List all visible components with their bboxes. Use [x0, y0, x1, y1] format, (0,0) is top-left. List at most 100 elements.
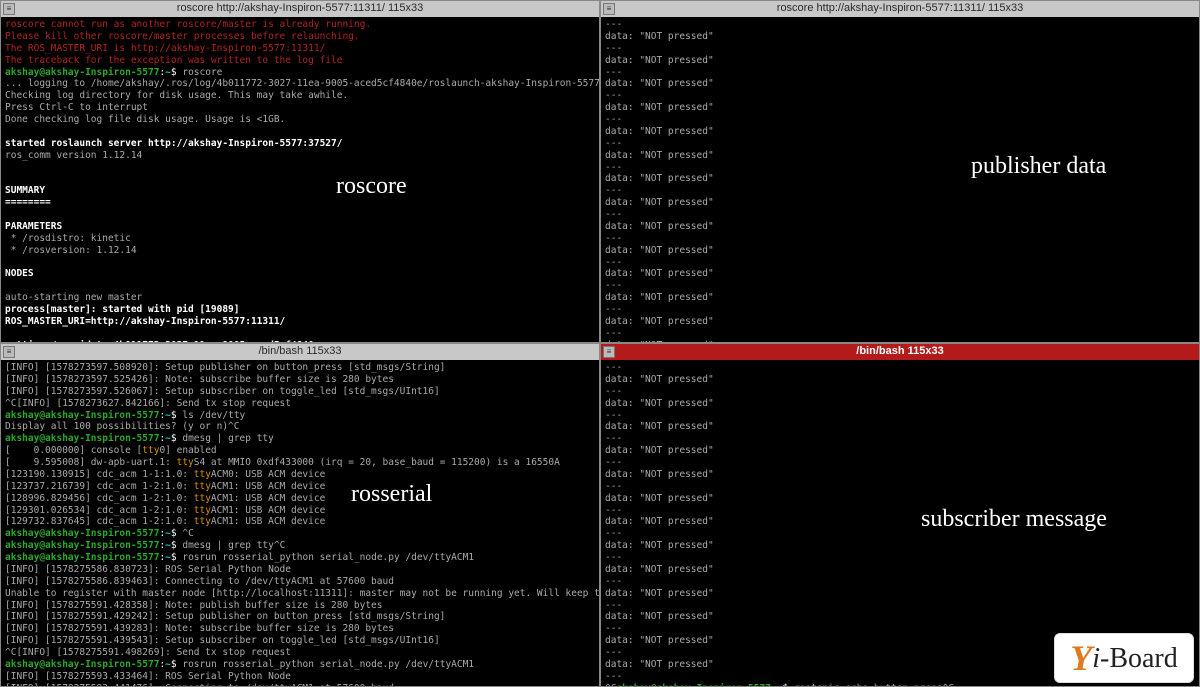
- output-line: [ 0.000000] console [tty0] enabled: [5, 445, 595, 457]
- prompt-line[interactable]: akshay@akshay-Inspiron-5577:~$ rosrun ro…: [5, 552, 595, 564]
- output-line: [129732.837645] cdc_acm 1-2:1.0: ttyACM1…: [5, 516, 595, 528]
- output-line: SUMMARY: [5, 185, 595, 197]
- output-line: data: "NOT pressed": [605, 340, 1195, 342]
- window-menu-icon[interactable]: ≡: [3, 3, 15, 15]
- prompt-line[interactable]: akshay@akshay-Inspiron-5577:~$ ls /dev/t…: [5, 410, 595, 422]
- output-line: ---: [605, 576, 1195, 588]
- window-title: roscore http://akshay-Inspiron-5577:1131…: [777, 2, 1023, 16]
- window-titlebar[interactable]: ≡ roscore http://akshay-Inspiron-5577:11…: [1, 1, 599, 17]
- output-line: Checking log directory for disk usage. T…: [5, 90, 595, 102]
- output-line: ---: [605, 362, 1195, 374]
- output-line: The ROS_MASTER_URI is http://akshay-Insp…: [5, 43, 595, 55]
- output-line: ---: [605, 257, 1195, 269]
- output-line: setting /run_id to 4b011772-3027-11ea-90…: [5, 340, 595, 342]
- output-line: data: "NOT pressed": [605, 445, 1195, 457]
- output-line: data: "NOT pressed": [605, 102, 1195, 114]
- output-line: ---: [605, 528, 1195, 540]
- output-line: ros_comm version 1.12.14: [5, 150, 595, 162]
- output-line: data: "NOT pressed": [605, 31, 1195, 43]
- output-line: ---: [605, 304, 1195, 316]
- output-line: [INFO] [1578275591.429242]: Setup publis…: [5, 611, 595, 623]
- output-line: ---: [605, 647, 1195, 659]
- output-line: Press Ctrl-C to interrupt: [5, 102, 595, 114]
- output-line: ---: [605, 185, 1195, 197]
- output-line: data: "NOT pressed": [605, 126, 1195, 138]
- prompt-line[interactable]: akshay@akshay-Inspiron-5577:~$ rosrun ro…: [5, 659, 595, 671]
- window-menu-icon[interactable]: ≡: [3, 346, 15, 358]
- output-line: [INFO] [1578273597.526067]: Setup subscr…: [5, 386, 595, 398]
- window-titlebar[interactable]: ≡ /bin/bash 115x33: [1, 344, 599, 360]
- pane-subscriber[interactable]: ≡ /bin/bash 115x33 ---data: "NOT pressed…: [600, 343, 1200, 687]
- output-line: [INFO] [1578273597.525426]: Note: subscr…: [5, 374, 595, 386]
- terminal-body[interactable]: roscore cannot run as another roscore/ma…: [1, 17, 599, 342]
- pane-roscore[interactable]: ≡ roscore http://akshay-Inspiron-5577:11…: [0, 0, 600, 343]
- terminal-body[interactable]: ---data: "NOT pressed"---data: "NOT pres…: [601, 17, 1199, 342]
- output-line: Unable to register with master node [htt…: [5, 588, 595, 600]
- prompt-line[interactable]: akshay@akshay-Inspiron-5577:~$ roscore: [5, 67, 595, 79]
- output-line: [INFO] [1578275586.839463]: Connecting t…: [5, 576, 595, 588]
- output-line: ---: [605, 328, 1195, 340]
- output-line: data: "NOT pressed": [605, 398, 1195, 410]
- output-line: The traceback for the exception was writ…: [5, 55, 595, 67]
- output-line: data: "NOT pressed": [605, 564, 1195, 576]
- output-line: data: "NOT pressed": [605, 78, 1195, 90]
- output-line: ---: [605, 43, 1195, 55]
- output-line: ---: [605, 505, 1195, 517]
- output-line: ---: [605, 90, 1195, 102]
- prompt-line[interactable]: akshay@akshay-Inspiron-5577:~$ dmesg | g…: [5, 433, 595, 445]
- output-line: [INFO] [1578275591.439543]: Setup subscr…: [5, 635, 595, 647]
- prompt-line[interactable]: akshay@akshay-Inspiron-5577:~$ ^C: [5, 528, 595, 540]
- output-line: [INFO] [1578275593.441476]: Connecting t…: [5, 683, 595, 686]
- pane-publisher[interactable]: ≡ roscore http://akshay-Inspiron-5577:11…: [600, 0, 1200, 343]
- output-line: [INFO] [1578273597.508920]: Setup publis…: [5, 362, 595, 374]
- pane-rosserial[interactable]: ≡ /bin/bash 115x33 [INFO] [1578273597.50…: [0, 343, 600, 687]
- output-line: data: "NOT pressed": [605, 374, 1195, 386]
- output-line: data: "NOT pressed": [605, 292, 1195, 304]
- terminal-body[interactable]: [INFO] [1578273597.508920]: Setup publis…: [1, 360, 599, 686]
- output-line: [5, 173, 595, 185]
- output-line: roscore cannot run as another roscore/ma…: [5, 19, 595, 31]
- output-line: started roslaunch server http://akshay-I…: [5, 138, 595, 150]
- window-menu-icon[interactable]: ≡: [603, 3, 615, 15]
- output-line: data: "NOT pressed": [605, 150, 1195, 162]
- output-line: data: "NOT pressed": [605, 635, 1195, 647]
- output-line: data: "NOT pressed": [605, 316, 1195, 328]
- output-line: ---: [605, 114, 1195, 126]
- output-line: data: "NOT pressed": [605, 493, 1195, 505]
- output-line: [5, 209, 595, 221]
- output-line: ^C[INFO] [1578273627.842166]: Send tx st…: [5, 398, 595, 410]
- output-line: data: "NOT pressed": [605, 540, 1195, 552]
- terminal-body[interactable]: ---data: "NOT pressed"---data: "NOT pres…: [601, 360, 1199, 686]
- prompt-line[interactable]: akshay@akshay-Inspiron-5577:~$ dmesg | g…: [5, 540, 595, 552]
- output-line: data: "NOT pressed": [605, 588, 1195, 600]
- output-line: Done checking log file disk usage. Usage…: [5, 114, 595, 126]
- output-line: data: "NOT pressed": [605, 221, 1195, 233]
- output-line: data: "NOT pressed": [605, 421, 1195, 433]
- output-line: ... logging to /home/akshay/.ros/log/4b0…: [5, 78, 595, 90]
- output-line: data: "NOT pressed": [605, 469, 1195, 481]
- output-line: [123190.130915] cdc_acm 1-1:1.0: ttyACM0…: [5, 469, 595, 481]
- output-line: ---: [605, 138, 1195, 150]
- output-line: ========: [5, 197, 595, 209]
- output-line: ---: [605, 162, 1195, 174]
- output-line: ---: [605, 67, 1195, 79]
- output-line: ---: [605, 280, 1195, 292]
- output-line: data: "NOT pressed": [605, 173, 1195, 185]
- window-menu-icon[interactable]: ≡: [603, 346, 615, 358]
- window-titlebar[interactable]: ≡ roscore http://akshay-Inspiron-5577:11…: [601, 1, 1199, 17]
- output-line: ROS_MASTER_URI=http://akshay-Inspiron-55…: [5, 316, 595, 328]
- output-line: [INFO] [1578275586.830723]: ROS Serial P…: [5, 564, 595, 576]
- window-title: /bin/bash 115x33: [259, 345, 342, 359]
- output-line: ---: [605, 410, 1195, 422]
- output-line: ^C[INFO] [1578275591.498269]: Send tx st…: [5, 647, 595, 659]
- output-line: ---: [605, 552, 1195, 564]
- output-line: data: "NOT pressed": [605, 659, 1195, 671]
- output-line: ---: [605, 481, 1195, 493]
- terminal-grid: ≡ roscore http://akshay-Inspiron-5577:11…: [0, 0, 1200, 687]
- output-line: * /rosdistro: kinetic: [5, 233, 595, 245]
- output-line: process[master]: started with pid [19089…: [5, 304, 595, 316]
- output-line: NODES: [5, 268, 595, 280]
- window-titlebar[interactable]: ≡ /bin/bash 115x33: [601, 344, 1199, 360]
- output-line: ---: [605, 433, 1195, 445]
- window-title: roscore http://akshay-Inspiron-5577:1131…: [177, 2, 423, 16]
